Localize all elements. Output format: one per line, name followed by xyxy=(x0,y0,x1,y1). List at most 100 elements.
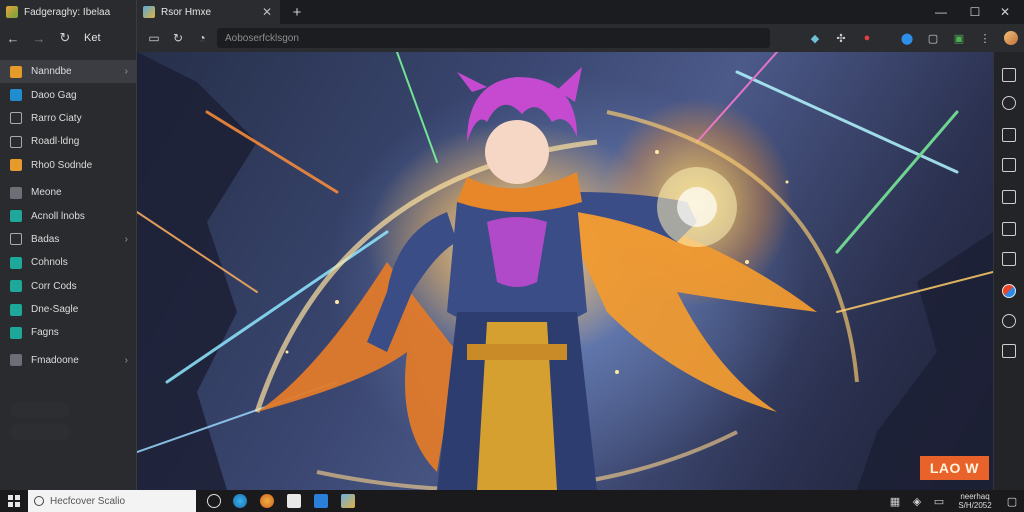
tray-battery-icon[interactable]: ▭ xyxy=(928,495,950,508)
start-button[interactable] xyxy=(0,490,28,512)
refresh-icon[interactable]: ↻ xyxy=(58,30,72,46)
windows-logo-icon xyxy=(8,495,20,507)
task-view-icon[interactable] xyxy=(207,494,221,508)
notification-icon[interactable]: ▢ xyxy=(1000,490,1024,512)
chevron-right-icon: › xyxy=(124,233,128,245)
profile-avatar[interactable] xyxy=(998,24,1024,52)
history-icon[interactable]: ◔ xyxy=(195,31,209,45)
toolbar-extensions: ◆ ✣ ● ⬤ ▢ ▣ ⋮ xyxy=(802,24,1024,52)
sidebar-item-icon xyxy=(10,159,22,172)
close-window-button[interactable]: ✕ xyxy=(990,0,1020,24)
store-icon[interactable] xyxy=(287,494,301,508)
sidebar-item-label: Dne-Sagle xyxy=(31,304,79,316)
menu-icon[interactable]: ⋮ xyxy=(972,24,998,52)
search-placeholder: Hecfcover Scalio xyxy=(50,495,126,507)
address-bar[interactable]: Aoboserfcklsgon xyxy=(217,28,770,48)
sidebar-item-8[interactable]: Cohnols xyxy=(0,251,136,274)
app-logo-icon xyxy=(6,6,18,18)
photos-icon[interactable] xyxy=(341,494,355,508)
chevron-right-icon: › xyxy=(124,66,128,78)
rail-image-icon[interactable] xyxy=(1002,252,1016,266)
browser-tab-strip: Rsor Hmxe ✕ + — ☐ ✕ xyxy=(137,0,1024,24)
sidebar-item-icon xyxy=(10,233,22,246)
extension-puzzle-icon[interactable]: ✣ xyxy=(828,24,854,52)
sidebar-item-label: Daoo Gag xyxy=(31,89,77,101)
mail-icon[interactable] xyxy=(314,494,328,508)
sidebar-item-label: Roadl·ldng xyxy=(31,136,80,148)
sidebar-toggle-icon[interactable]: ▭ xyxy=(147,31,161,45)
sidebar-item-12[interactable]: Fmadoone › xyxy=(0,349,136,372)
extension-window-icon[interactable]: ▢ xyxy=(920,24,946,52)
sidebar-item-5[interactable]: Meone xyxy=(0,181,136,204)
tab-active[interactable]: Rsor Hmxe ✕ xyxy=(137,0,280,24)
tray-network-icon[interactable]: ▦ xyxy=(884,495,906,508)
rail-refresh-icon[interactable] xyxy=(1002,96,1016,110)
rail-layout-icon[interactable] xyxy=(1002,158,1016,172)
search-icon xyxy=(34,496,44,506)
clock-date: S/H/2052 xyxy=(958,501,992,510)
reload-icon[interactable]: ↻ xyxy=(171,31,185,45)
sidebar-item-label: Fagns xyxy=(31,327,59,339)
sidebar-item-label: Fmadoone xyxy=(31,354,79,366)
os-taskbar: Hecfcover Scalio xyxy=(0,490,1024,512)
minimize-button[interactable]: — xyxy=(926,0,956,24)
rail-note-icon[interactable] xyxy=(1002,190,1016,204)
address-text: Aoboserfcklsgon xyxy=(225,32,299,44)
extension-image-icon[interactable]: ▣ xyxy=(946,24,972,52)
sidebar-item-label: Rho0 Sodnde xyxy=(31,159,93,171)
app-titlebar: Fadgeraghy: Ibelaa xyxy=(0,0,136,24)
edge-browser-icon[interactable] xyxy=(233,494,247,508)
clock-time: neerhaq xyxy=(960,492,990,501)
sidebar-item-10[interactable]: Dne-Sagle xyxy=(0,298,136,321)
right-rail xyxy=(993,52,1024,490)
back-arrow-icon[interactable]: ← xyxy=(6,31,20,46)
sidebar-item-icon xyxy=(10,256,22,269)
sidebar-item-icon xyxy=(10,354,22,367)
sidebar-item-0[interactable]: Nanndbe › xyxy=(0,60,136,84)
content-image: LAO W xyxy=(137,52,993,490)
rail-panel-icon[interactable] xyxy=(1002,344,1016,358)
rail-share-icon[interactable] xyxy=(1002,222,1016,236)
sidebar-item-9[interactable]: Corr Cods xyxy=(0,275,136,298)
sidebar-item-2[interactable]: Rarro Ciaty xyxy=(0,107,136,130)
sidebar-item-11[interactable]: Fagns xyxy=(0,321,136,344)
rail-window-icon[interactable] xyxy=(1002,128,1016,142)
maximize-button[interactable]: ☐ xyxy=(960,0,990,24)
rail-grid-icon[interactable] xyxy=(1002,68,1016,82)
rail-chat-icon[interactable] xyxy=(1002,314,1016,328)
sidebar-item-label: Corr Cods xyxy=(31,280,77,292)
anime-hero-illustration xyxy=(137,52,993,490)
corner-banner[interactable]: LAO W xyxy=(919,456,989,480)
sidebar-item-6[interactable]: Acnoll lnobs xyxy=(0,204,136,227)
app-title: Fadgeraghy: Ibelaa xyxy=(24,6,111,18)
left-app-panel: Fadgeraghy: Ibelaa ← → ↻ Ket Nanndbe › D… xyxy=(0,0,137,490)
taskbar-clock[interactable]: neerhaq S/H/2052 xyxy=(950,492,1000,510)
sidebar-item-1[interactable]: Daoo Gag xyxy=(0,83,136,106)
sidebar-placeholder xyxy=(10,402,70,419)
firefox-icon[interactable] xyxy=(260,494,274,508)
system-tray: ▦ ◈ ▭ neerhaq S/H/2052 ▢ xyxy=(884,490,1024,512)
forward-arrow-icon[interactable]: → xyxy=(32,31,46,46)
sidebar-item-4[interactable]: Rho0 Sodnde xyxy=(0,154,136,177)
sidebar-item-3[interactable]: Roadl·ldng xyxy=(0,130,136,153)
sidebar-item-icon xyxy=(10,65,22,78)
extension-arrow-icon[interactable]: ◆ xyxy=(802,24,828,52)
tray-volume-icon[interactable]: ◈ xyxy=(906,495,928,508)
new-tab-button[interactable]: + xyxy=(288,4,306,21)
extension-shield-icon[interactable]: ⬤ xyxy=(894,24,920,52)
sidebar-item-icon xyxy=(10,210,22,223)
sidebar-item-icon xyxy=(10,186,22,199)
rail-app-icon[interactable] xyxy=(1002,284,1016,298)
taskbar-search[interactable]: Hecfcover Scalio xyxy=(28,490,196,512)
extension-record-icon[interactable]: ● xyxy=(854,24,880,52)
sidebar-item-label: Badas xyxy=(31,233,60,245)
sidebar-placeholder xyxy=(10,424,70,441)
sidebar-item-icon xyxy=(10,112,22,125)
sidebar-item-icon xyxy=(10,303,22,316)
tab-close-icon[interactable]: ✕ xyxy=(262,5,272,19)
nav-label: Ket xyxy=(84,32,101,44)
sidebar-item-icon xyxy=(10,135,22,148)
sidebar-item-label: Nanndbe xyxy=(31,66,72,78)
sidebar-item-7[interactable]: Badas › xyxy=(0,228,136,251)
tab-favicon-icon xyxy=(143,6,155,18)
